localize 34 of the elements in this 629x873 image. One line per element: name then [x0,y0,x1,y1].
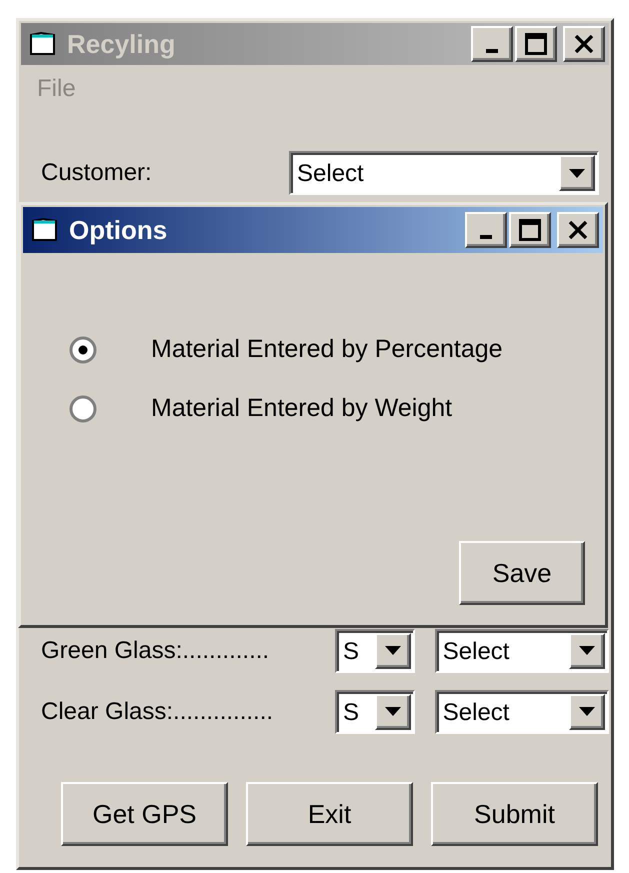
minimize-button[interactable] [465,212,507,248]
dropdown[interactable]: S [334,690,415,734]
window-title: Recyling [67,28,176,60]
window-app-icon [31,217,59,243]
minimize-icon [480,235,492,239]
radio-option[interactable]: Material Entered by Weight [69,394,603,423]
save-button[interactable]: Save [459,541,585,605]
maximize-icon [519,219,541,241]
caret-icon [384,646,401,655]
caret-icon [569,168,585,178]
window-title: Options [69,214,168,246]
maximize-button[interactable] [509,212,551,248]
push-button[interactable]: Submit [431,782,598,846]
push-button[interactable]: Get GPS [61,782,228,846]
dropdown[interactable]: Select [289,151,599,195]
radio-button[interactable] [69,336,97,364]
radio-button[interactable] [69,394,97,422]
dropdown[interactable]: Select [434,628,610,672]
field-label: Green Glass:............. [41,636,270,664]
dropdown[interactable]: S [334,628,415,672]
caret-icon [579,646,596,655]
minimize-icon [486,49,498,53]
close-icon [568,221,588,239]
close-button[interactable] [557,212,599,248]
caret-icon [579,707,596,716]
maximize-icon [525,33,547,55]
field-label: Clear Glass:............... [41,698,274,726]
dropdown[interactable]: Select [434,690,610,734]
caret-icon [384,707,401,716]
field-label: Customer: [41,159,153,187]
window-app-icon [29,31,57,57]
radio-option[interactable]: Material Entered by Percentage [69,335,603,364]
close-icon [574,35,594,53]
push-button[interactable]: Exit [246,782,413,846]
